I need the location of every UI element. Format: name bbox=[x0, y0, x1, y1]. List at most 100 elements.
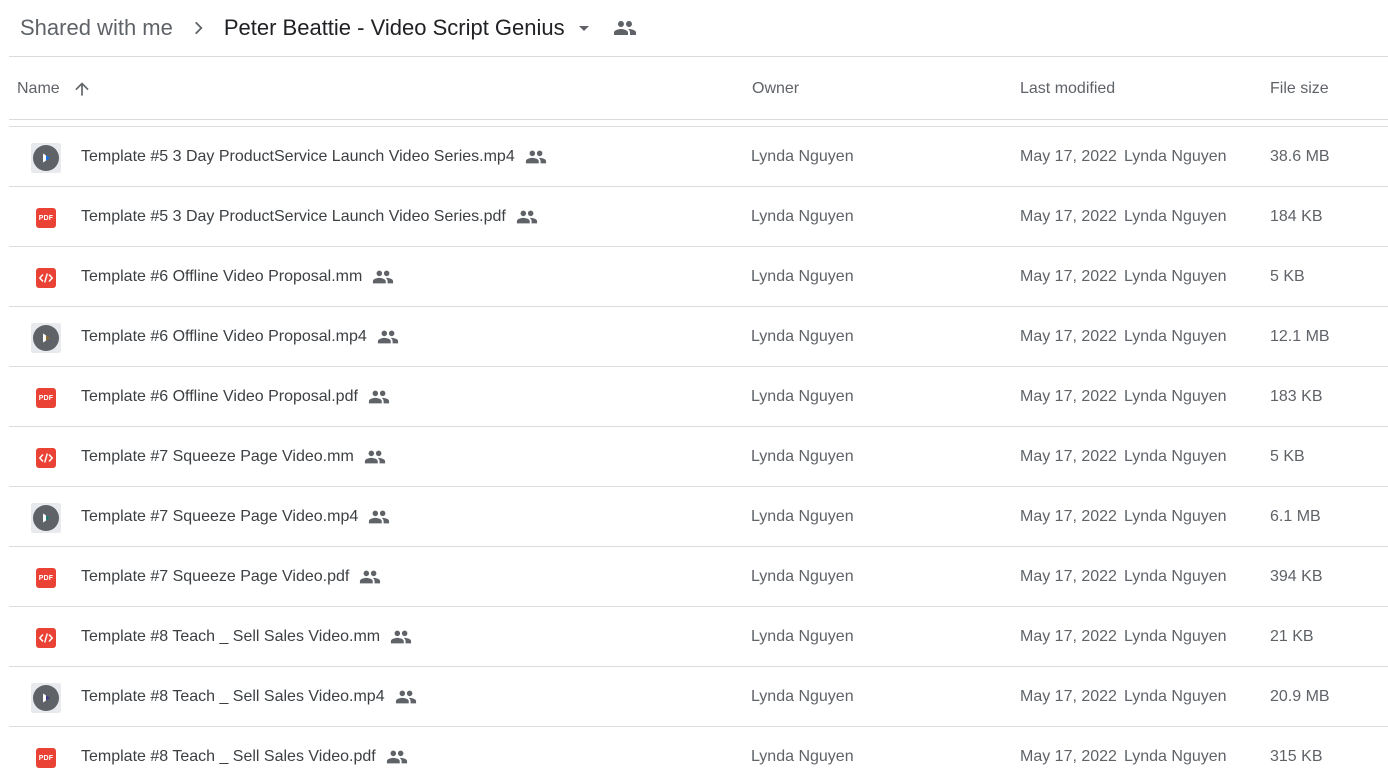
code-file-icon bbox=[36, 448, 56, 468]
file-owner: Lynda Nguyen bbox=[751, 747, 854, 765]
modified-date: May 17, 2022 bbox=[1020, 147, 1117, 165]
file-size: 184 KB bbox=[1270, 207, 1323, 225]
video-file-icon bbox=[31, 503, 61, 533]
file-row[interactable]: Template #7 Squeeze Page Video.mp4 Lynda … bbox=[9, 487, 1388, 547]
file-name-cell[interactable]: Template #8 Teach _ Sell Sales Video.mm bbox=[81, 607, 412, 666]
file-type-icon bbox=[31, 623, 61, 653]
file-last-modified: May 17, 2022 Lynda Nguyen bbox=[1020, 727, 1227, 784]
file-size: 6.1 MB bbox=[1270, 507, 1321, 525]
file-row[interactable]: Template #6 Offline Video Proposal.mp4 Ly… bbox=[9, 307, 1388, 367]
file-name-cell[interactable]: Template #7 Squeeze Page Video.pdf bbox=[81, 547, 381, 606]
chevron-right-icon bbox=[187, 16, 211, 40]
code-file-icon bbox=[36, 268, 56, 288]
file-type-icon: PDF bbox=[31, 383, 61, 413]
modified-date: May 17, 2022 bbox=[1020, 747, 1117, 765]
file-size: 21 KB bbox=[1270, 627, 1314, 645]
modified-date: May 17, 2022 bbox=[1020, 687, 1117, 705]
modified-by: Lynda Nguyen bbox=[1123, 387, 1227, 405]
file-name-cell[interactable]: Template #8 Teach _ Sell Sales Video.mp4 bbox=[81, 667, 417, 726]
people-icon bbox=[359, 566, 381, 588]
modified-date: May 17, 2022 bbox=[1020, 327, 1117, 345]
modified-by: Lynda Nguyen bbox=[1123, 507, 1227, 525]
file-name: Template #7 Squeeze Page Video.pdf bbox=[81, 567, 350, 585]
file-owner: Lynda Nguyen bbox=[751, 147, 854, 165]
file-row[interactable]: PDF Template #7 Squeeze Page Video.pdf Lyn… bbox=[9, 547, 1388, 607]
modified-by: Lynda Nguyen bbox=[1123, 267, 1227, 285]
file-row[interactable]: PDF Template #8 Teach _ Sell Sales Video.… bbox=[9, 727, 1388, 784]
people-icon bbox=[525, 146, 547, 168]
modified-date: May 17, 2022 bbox=[1020, 207, 1117, 225]
file-name: Template #6 Offline Video Proposal.mm bbox=[81, 267, 363, 285]
modified-by: Lynda Nguyen bbox=[1123, 147, 1227, 165]
people-icon bbox=[364, 446, 386, 468]
pdf-file-icon: PDF bbox=[36, 208, 56, 228]
column-header-row: Name Owner Last modified File size bbox=[9, 57, 1388, 120]
modified-date: May 17, 2022 bbox=[1020, 627, 1117, 645]
file-size: 12.1 MB bbox=[1270, 327, 1330, 345]
file-last-modified: May 17, 2022 Lynda Nguyen bbox=[1020, 127, 1227, 186]
breadcrumb-shared-with-me[interactable]: Shared with me bbox=[20, 15, 173, 41]
file-last-modified: May 17, 2022 Lynda Nguyen bbox=[1020, 487, 1227, 546]
file-last-modified: May 17, 2022 Lynda Nguyen bbox=[1020, 187, 1227, 246]
file-name-cell[interactable]: Template #5 3 Day ProductService Launch … bbox=[81, 127, 547, 186]
file-size: 315 KB bbox=[1270, 747, 1323, 765]
file-name: Template #6 Offline Video Proposal.pdf bbox=[81, 387, 358, 405]
file-row[interactable]: Template #8 Teach _ Sell Sales Video.mm L… bbox=[9, 607, 1388, 667]
file-row[interactable]: PDF Template #5 3 Day ProductService Laun… bbox=[9, 187, 1388, 247]
modified-date: May 17, 2022 bbox=[1020, 507, 1117, 525]
file-type-icon bbox=[31, 683, 61, 713]
arrow-up-icon[interactable] bbox=[72, 79, 92, 99]
people-icon bbox=[368, 506, 390, 528]
file-type-icon bbox=[31, 323, 61, 353]
modified-date: May 17, 2022 bbox=[1020, 447, 1117, 465]
column-header-last-modified[interactable]: Last modified bbox=[1020, 57, 1115, 120]
column-header-file-size[interactable]: File size bbox=[1270, 57, 1329, 120]
modified-date: May 17, 2022 bbox=[1020, 267, 1117, 285]
file-name-cell[interactable]: Template #6 Offline Video Proposal.pdf bbox=[81, 367, 390, 426]
file-list: Template #5 3 Day ProductService Launch … bbox=[9, 127, 1388, 784]
file-row[interactable]: PDF Template #6 Offline Video Proposal.pd… bbox=[9, 367, 1388, 427]
modified-by: Lynda Nguyen bbox=[1123, 567, 1227, 585]
modified-by: Lynda Nguyen bbox=[1123, 747, 1227, 765]
file-row[interactable]: Template #6 Offline Video Proposal.mm Lyn… bbox=[9, 247, 1388, 307]
breadcrumb-current-folder[interactable]: Peter Beattie - Video Script Genius bbox=[224, 15, 596, 41]
pdf-file-icon: PDF bbox=[36, 388, 56, 408]
file-row[interactable]: Template #5 3 Day ProductService Launch … bbox=[9, 127, 1388, 187]
file-owner: Lynda Nguyen bbox=[751, 507, 854, 525]
file-name: Template #7 Squeeze Page Video.mp4 bbox=[81, 507, 359, 525]
modified-date: May 17, 2022 bbox=[1020, 567, 1117, 585]
column-header-name[interactable]: Name bbox=[17, 57, 92, 120]
code-file-icon bbox=[36, 628, 56, 648]
file-name-cell[interactable]: Template #7 Squeeze Page Video.mp4 bbox=[81, 487, 390, 546]
file-name-cell[interactable]: Template #7 Squeeze Page Video.mm bbox=[81, 427, 386, 486]
file-name-cell[interactable]: Template #6 Offline Video Proposal.mp4 bbox=[81, 307, 399, 366]
file-size: 5 KB bbox=[1270, 267, 1305, 285]
people-icon bbox=[377, 326, 399, 348]
file-last-modified: May 17, 2022 Lynda Nguyen bbox=[1020, 427, 1227, 486]
people-icon bbox=[516, 206, 538, 228]
file-size: 20.9 MB bbox=[1270, 687, 1330, 705]
file-name-cell[interactable]: Template #6 Offline Video Proposal.mm bbox=[81, 247, 394, 306]
people-icon bbox=[372, 266, 394, 288]
file-type-icon: PDF bbox=[31, 743, 61, 773]
file-type-icon bbox=[31, 263, 61, 293]
file-name-cell[interactable]: Template #5 3 Day ProductService Launch … bbox=[81, 187, 538, 246]
file-row[interactable]: Template #8 Teach _ Sell Sales Video.mp4… bbox=[9, 667, 1388, 727]
file-row[interactable]: Template #7 Squeeze Page Video.mm Lynda N… bbox=[9, 427, 1388, 487]
people-icon bbox=[386, 746, 408, 768]
file-size: 38.6 MB bbox=[1270, 147, 1330, 165]
file-owner: Lynda Nguyen bbox=[751, 627, 854, 645]
modified-by: Lynda Nguyen bbox=[1123, 687, 1227, 705]
file-last-modified: May 17, 2022 Lynda Nguyen bbox=[1020, 607, 1227, 666]
file-size: 183 KB bbox=[1270, 387, 1323, 405]
file-type-icon: PDF bbox=[31, 563, 61, 593]
file-name: Template #7 Squeeze Page Video.mm bbox=[81, 447, 354, 465]
file-name-cell[interactable]: Template #8 Teach _ Sell Sales Video.pdf bbox=[81, 727, 408, 784]
file-type-icon: PDF bbox=[31, 203, 61, 233]
file-last-modified: May 17, 2022 Lynda Nguyen bbox=[1020, 247, 1227, 306]
file-owner: Lynda Nguyen bbox=[751, 567, 854, 585]
file-owner: Lynda Nguyen bbox=[751, 387, 854, 405]
modified-by: Lynda Nguyen bbox=[1123, 327, 1227, 345]
people-icon[interactable] bbox=[613, 16, 637, 40]
file-type-icon bbox=[31, 143, 61, 173]
